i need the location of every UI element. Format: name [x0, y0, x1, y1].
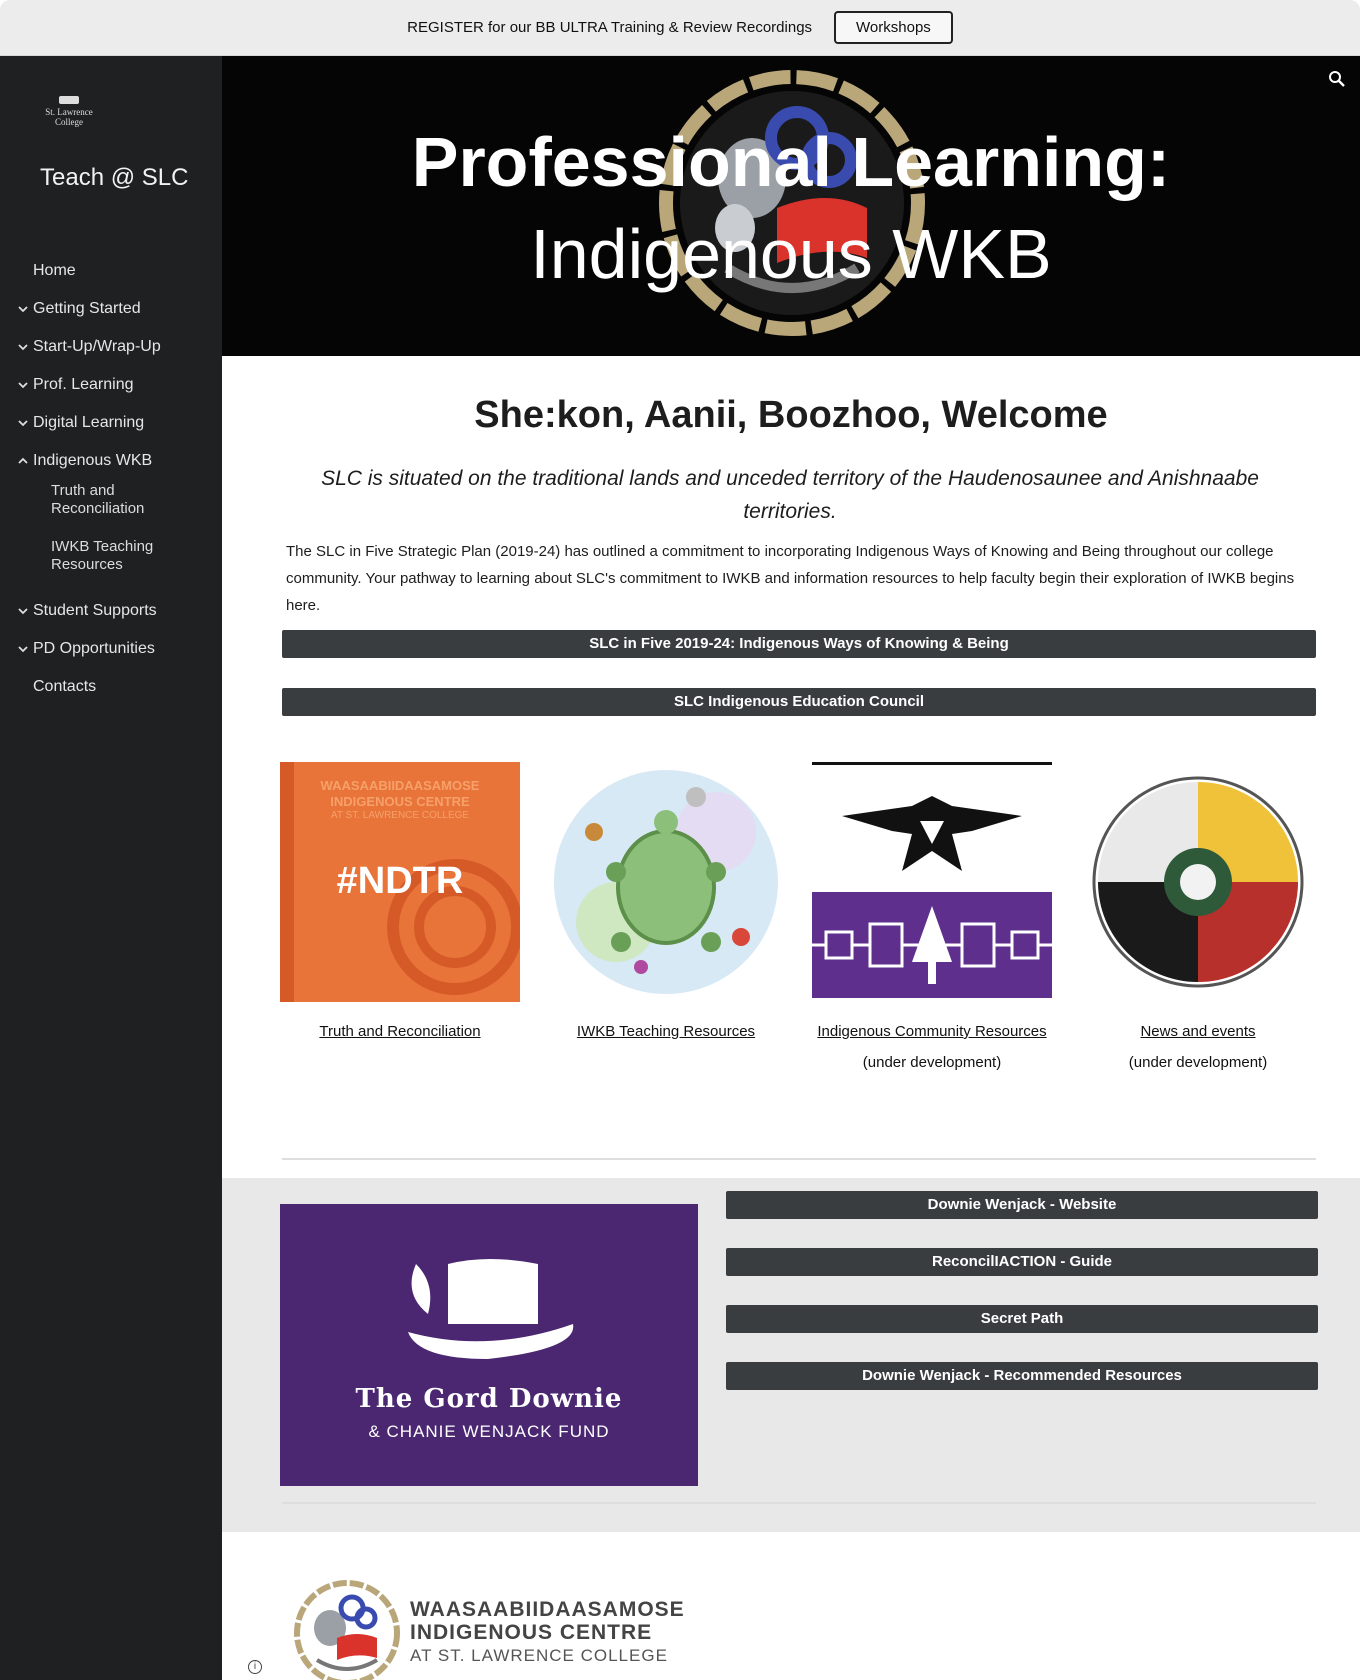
- downie-title: The Gord Downie: [355, 1384, 623, 1414]
- sidebar-item-label: Prof. Learning: [33, 376, 134, 393]
- card-news-events: News and events (under development): [1078, 762, 1318, 1071]
- sidebar-item-label: Home: [33, 262, 76, 279]
- sidebar-item-getting-started[interactable]: Getting Started: [0, 290, 222, 328]
- sidebar-item-label: Indigenous WKB: [33, 452, 153, 469]
- college-logo[interactable]: St. Lawrence College: [38, 96, 100, 127]
- sidebar-subitem-truth-reconciliation[interactable]: Truth and Reconciliation: [0, 480, 222, 536]
- haudenosaunee-flag-image[interactable]: [812, 762, 1052, 1002]
- thunderbird-icon: [842, 796, 1022, 871]
- sidebar-item-label: PD Opportunities: [33, 640, 155, 657]
- sidebar-item-label: Digital Learning: [33, 414, 145, 431]
- sidebar: St. Lawrence College Teach @ SLC Home Ge…: [0, 56, 222, 1680]
- land-acknowledgement: SLC is situated on the traditional lands…: [321, 467, 1259, 523]
- chevron-down-icon[interactable]: [17, 605, 29, 617]
- footer-centre-logo: [294, 1580, 400, 1680]
- logo-text-line2: College: [55, 117, 83, 127]
- sidebar-item-pd-opportunities[interactable]: PD Opportunities: [0, 630, 222, 668]
- sidebar-item-prof-learning[interactable]: Prof. Learning: [0, 366, 222, 404]
- ndtr-text-line3: AT ST. LAWRENCE COLLEGE: [330, 810, 470, 821]
- reconciliaction-guide-button[interactable]: ReconcilIACTION - Guide: [726, 1248, 1318, 1276]
- sidebar-item-label: Start-Up/Wrap-Up: [33, 338, 161, 355]
- card-community-resources: Indigenous Community Resources (under de…: [812, 762, 1052, 1071]
- info-icon[interactable]: i: [248, 1660, 262, 1674]
- iwkb-teaching-link[interactable]: IWKB Teaching Resources: [546, 1018, 786, 1045]
- sidebar-subitem-label: Truth and: [51, 482, 115, 499]
- ndtr-text-line1: WAASAABIIDAASAMOSE: [320, 778, 480, 793]
- workshops-button[interactable]: Workshops: [834, 11, 953, 44]
- downie-subtitle: & CHANIE WENJACK FUND: [368, 1422, 610, 1441]
- sidebar-item-indigenous-wkb[interactable]: Indigenous WKB: [0, 442, 222, 480]
- announcement-text: REGISTER for our BB ULTRA Training & Rev…: [407, 19, 813, 36]
- ndtr-image[interactable]: WAASAABIIDAASAMOSE INDIGENOUS CENTRE AT …: [280, 762, 520, 1002]
- chevron-down-icon[interactable]: [17, 341, 29, 353]
- footer-line1: WAASAABIIDAASAMOSE: [410, 1598, 685, 1621]
- sidebar-item-label: Student Supports: [33, 602, 157, 619]
- medicine-wheel-image[interactable]: [1078, 762, 1318, 1002]
- sidebar-item-label: Getting Started: [33, 300, 141, 317]
- sidebar-subitem-label: Resources: [51, 556, 123, 573]
- welcome-heading: She:kon, Aanii, Boozhoo, Welcome: [474, 394, 1108, 436]
- ndtr-hashtag: #NDTR: [336, 860, 464, 902]
- chevron-down-icon[interactable]: [17, 417, 29, 429]
- under-development-note: (under development): [862, 1054, 1002, 1071]
- sidebar-item-startup-wrapup[interactable]: Start-Up/Wrap-Up: [0, 328, 222, 366]
- sidebar-subitem-iwkb-teaching[interactable]: IWKB Teaching Resources: [0, 536, 222, 592]
- education-council-button[interactable]: SLC Indigenous Education Council: [282, 688, 1316, 716]
- sidebar-item-home[interactable]: Home: [0, 252, 222, 290]
- truth-reconciliation-link[interactable]: Truth and Reconciliation: [280, 1018, 520, 1045]
- section-divider: [282, 1158, 1316, 1160]
- footer-line3: AT ST. LAWRENCE COLLEGE: [410, 1646, 668, 1665]
- footer-line2: INDIGENOUS CENTRE: [410, 1621, 653, 1644]
- hiawatha-belt-icon: [812, 906, 1052, 984]
- medicine-wheel-icon: [1092, 776, 1304, 988]
- sidebar-item-label: Contacts: [33, 678, 97, 695]
- announcement-bar: REGISTER for our BB ULTRA Training & Rev…: [0, 0, 1360, 56]
- college-logo-mark: [59, 96, 79, 104]
- sidebar-subitem-label: IWKB Teaching: [51, 538, 154, 555]
- secret-path-button[interactable]: Secret Path: [726, 1305, 1318, 1333]
- news-events-link[interactable]: News and events: [1078, 1018, 1318, 1045]
- card-iwkb-teaching: IWKB Teaching Resources: [546, 762, 786, 1045]
- logo-text-line1: St. Lawrence: [45, 107, 93, 117]
- sidebar-item-contacts[interactable]: Contacts: [0, 668, 222, 706]
- hero-title: Professional Learning:: [411, 123, 1171, 201]
- chevron-down-icon[interactable]: [17, 303, 29, 315]
- intro-paragraph: The SLC in Five Strategic Plan (2019-24)…: [286, 543, 1295, 614]
- downie-website-button[interactable]: Downie Wenjack - Website: [726, 1191, 1318, 1219]
- recommended-resources-button[interactable]: Downie Wenjack - Recommended Resources: [726, 1362, 1318, 1390]
- search-icon[interactable]: [1328, 70, 1346, 88]
- hat-feather-icon: [408, 1259, 574, 1359]
- chevron-down-icon[interactable]: [17, 379, 29, 391]
- hero-subtitle: Indigenous WKB: [530, 215, 1052, 293]
- sidebar-item-digital-learning[interactable]: Digital Learning: [0, 404, 222, 442]
- chevron-up-icon[interactable]: [17, 455, 29, 467]
- chevron-down-icon[interactable]: [17, 643, 29, 655]
- turtle-illustration: [554, 770, 778, 994]
- footer-centre-name: WAASAABIIDAASAMOSE INDIGENOUS CENTRE AT …: [410, 1598, 685, 1667]
- card-truth-reconciliation: WAASAABIIDAASAMOSE INDIGENOUS CENTRE AT …: [280, 762, 520, 1045]
- indigenous-centre-logo: [659, 70, 925, 336]
- community-resources-link[interactable]: Indigenous Community Resources: [812, 1018, 1052, 1045]
- under-development-note: (under development): [1128, 1054, 1268, 1071]
- site-title[interactable]: Teach @ SLC: [40, 164, 188, 192]
- sidebar-nav: Home Getting Started Start-Up/Wrap-Up Pr…: [0, 252, 222, 706]
- section-divider: [282, 1502, 1316, 1504]
- sidebar-item-student-supports[interactable]: Student Supports: [0, 592, 222, 630]
- ndtr-text-line2: INDIGENOUS CENTRE: [330, 794, 470, 809]
- slc-in-five-button[interactable]: SLC in Five 2019-24: Indigenous Ways of …: [282, 630, 1316, 658]
- sidebar-subitem-label: Reconciliation: [51, 500, 145, 517]
- hero-banner: Professional Learning: Indigenous WKB: [222, 56, 1360, 356]
- turtle-island-image[interactable]: [546, 762, 786, 1002]
- downie-wenjack-logo[interactable]: The Gord Downie & CHANIE WENJACK FUND: [280, 1204, 698, 1486]
